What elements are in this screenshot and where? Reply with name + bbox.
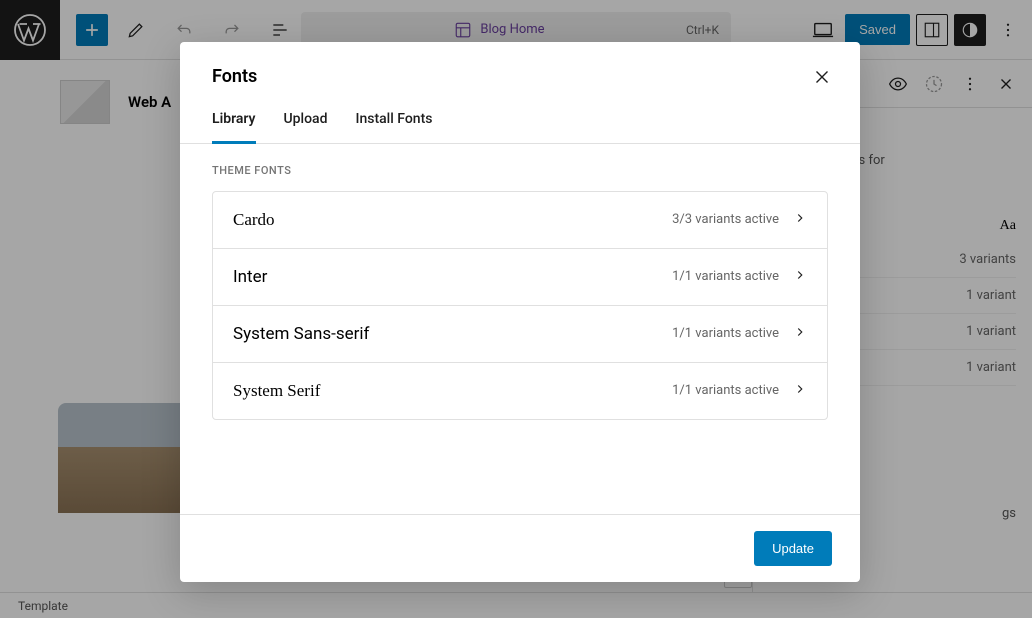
modal-title: Fonts: [212, 66, 828, 87]
tab-upload[interactable]: Upload: [284, 111, 328, 143]
font-item[interactable]: Inter 1/1 variants active: [213, 249, 827, 306]
chevron-right-icon: [793, 268, 807, 286]
font-meta: 1/1 variants active: [672, 325, 807, 343]
font-name: Inter: [233, 267, 267, 287]
chevron-right-icon: [793, 211, 807, 229]
font-meta: 1/1 variants active: [672, 382, 807, 400]
variants-label: 1/1 variants active: [672, 269, 779, 284]
modal-body: THEME FONTS Cardo 3/3 variants active Inte…: [180, 144, 860, 515]
font-meta: 1/1 variants active: [672, 268, 807, 286]
variants-label: 1/1 variants active: [672, 326, 779, 341]
modal-footer: Update: [180, 514, 860, 582]
fonts-modal: Fonts Library Upload Install Fonts THEME…: [180, 42, 860, 582]
modal-tabs: Library Upload Install Fonts: [180, 87, 860, 144]
chevron-right-icon: [793, 325, 807, 343]
font-meta: 3/3 variants active: [672, 211, 807, 229]
variants-label: 3/3 variants active: [672, 212, 779, 227]
modal-header: Fonts: [180, 42, 860, 87]
close-modal-button[interactable]: [808, 66, 836, 94]
font-list: Cardo 3/3 variants active Inter 1/1 variant…: [212, 191, 828, 420]
font-name: System Serif: [233, 381, 320, 401]
tab-library[interactable]: Library: [212, 111, 256, 144]
update-button[interactable]: Update: [754, 531, 832, 566]
font-item[interactable]: System Serif 1/1 variants active: [213, 363, 827, 419]
font-name: Cardo: [233, 210, 275, 230]
font-item[interactable]: Cardo 3/3 variants active: [213, 192, 827, 249]
variants-label: 1/1 variants active: [672, 383, 779, 398]
chevron-right-icon: [793, 382, 807, 400]
font-name: System Sans-serif: [233, 324, 369, 344]
tab-install-fonts[interactable]: Install Fonts: [356, 111, 433, 143]
font-item[interactable]: System Sans-serif 1/1 variants active: [213, 306, 827, 363]
theme-fonts-label: THEME FONTS: [212, 164, 828, 191]
